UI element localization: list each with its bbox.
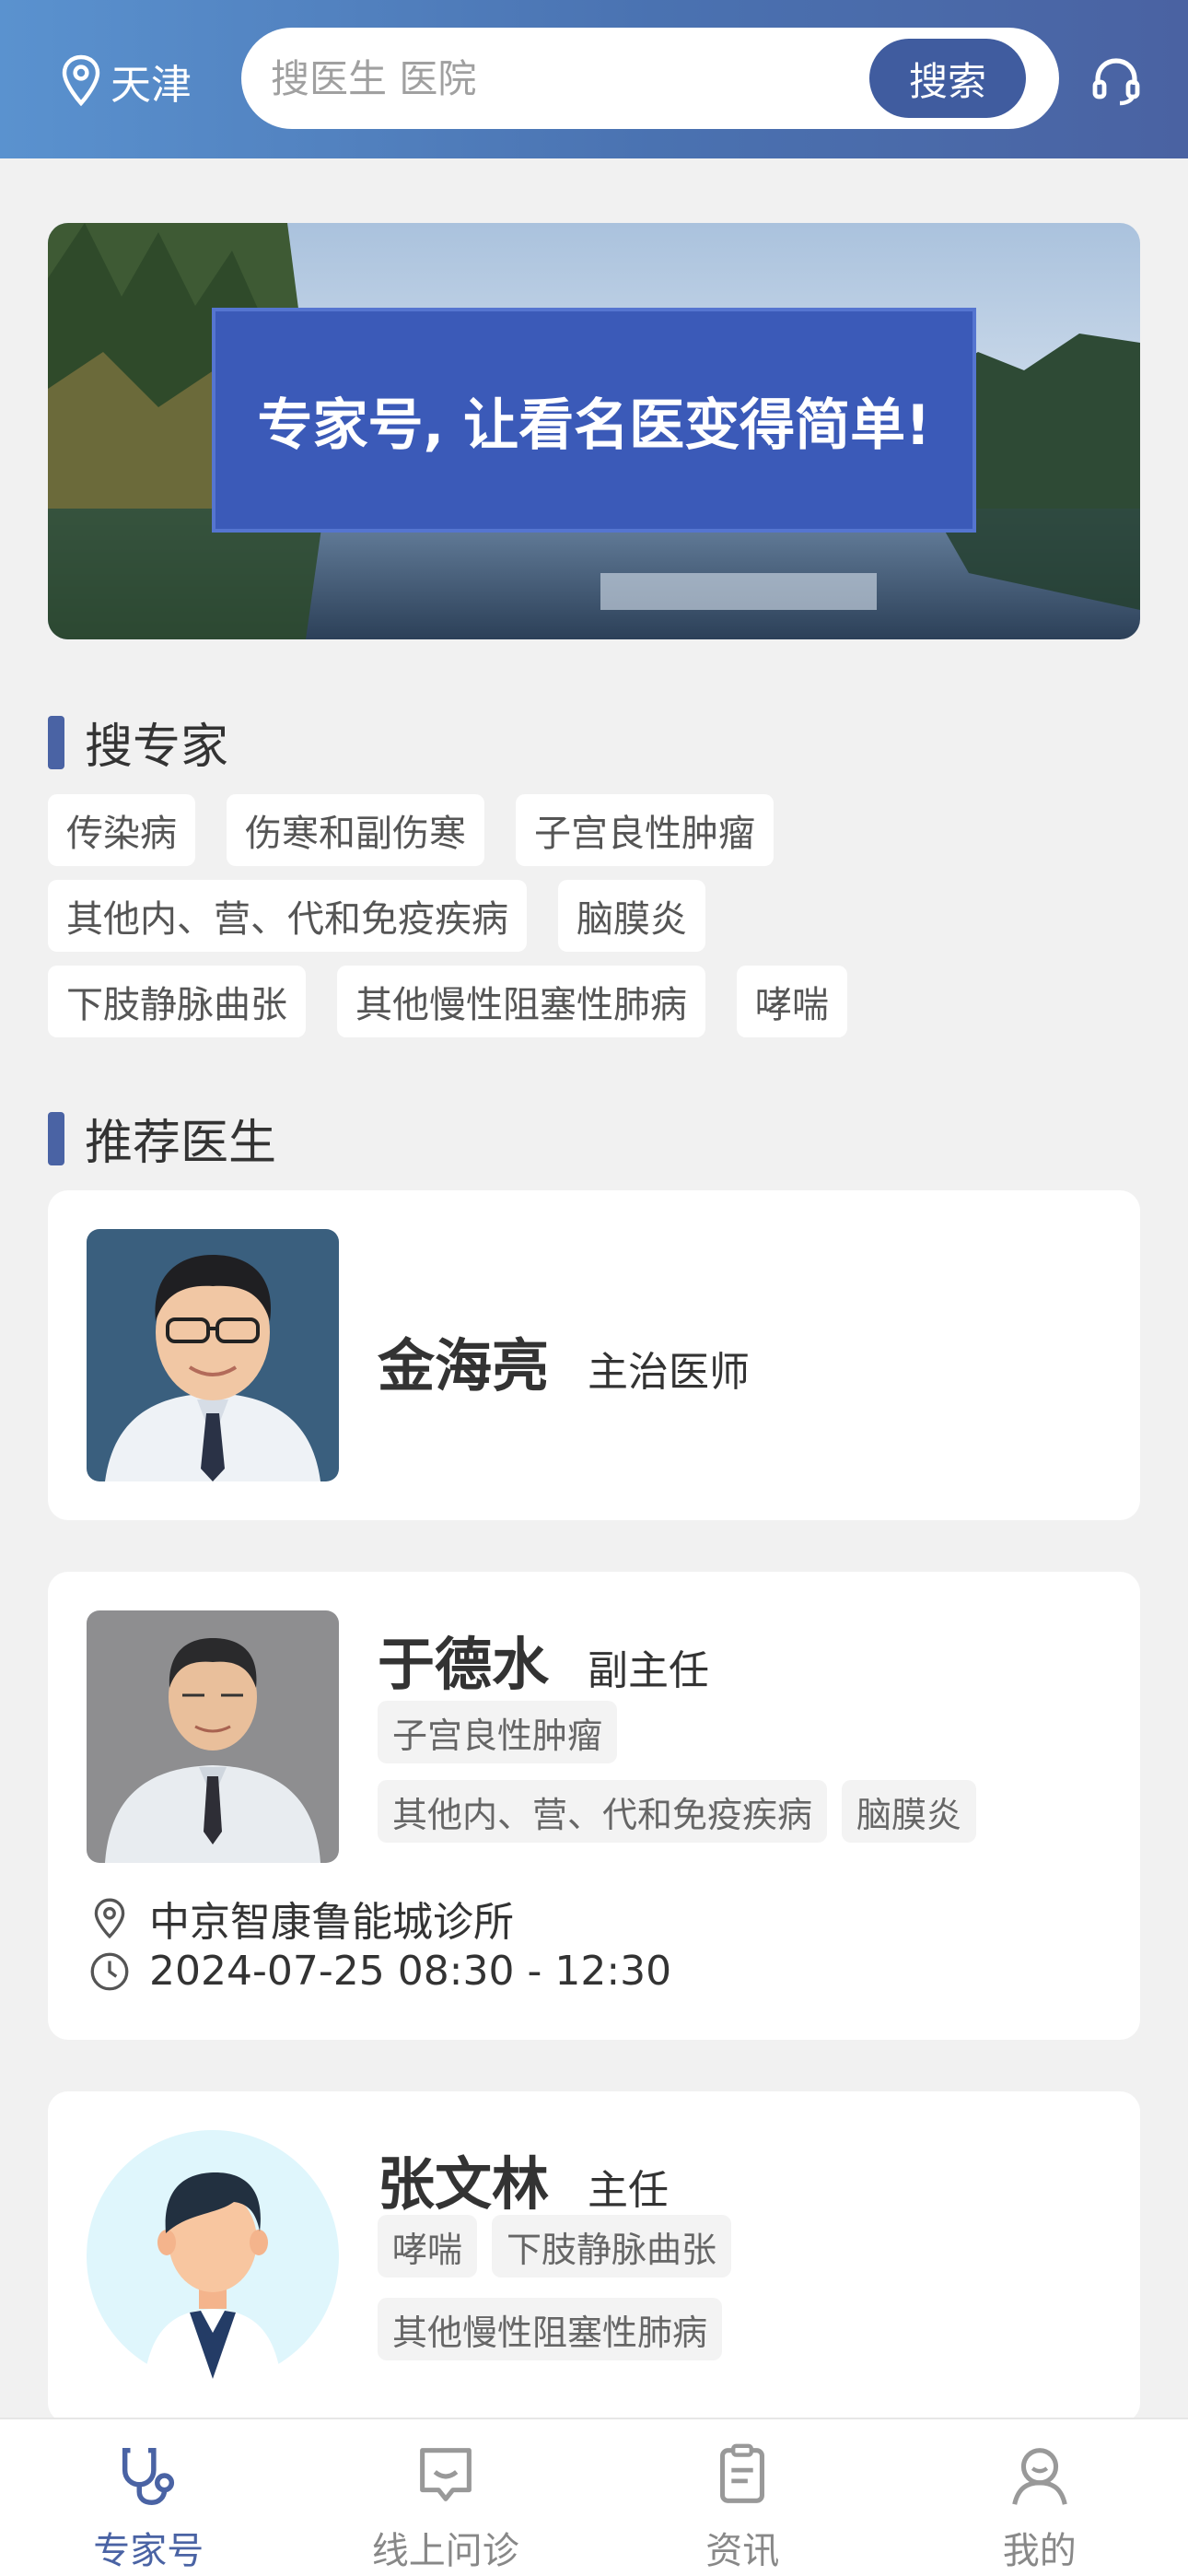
location-pin-icon bbox=[94, 1898, 125, 1939]
schedule-time: 2024-07-25 08:30 - 12:30 bbox=[149, 1948, 672, 1995]
doctor-name: 于德水 bbox=[378, 1631, 550, 1698]
clipboard-icon bbox=[720, 2443, 765, 2503]
hospital-info: 中京智康鲁能城诊所 bbox=[87, 1889, 514, 1948]
expert-tag[interactable]: 其他内、营、代和免疫疾病 bbox=[48, 880, 527, 952]
search-button[interactable]: 搜索 bbox=[869, 39, 1026, 118]
city-label: 天津 bbox=[111, 62, 192, 109]
section-title: 推荐医生 bbox=[85, 1116, 277, 1171]
tab-news[interactable]: 资讯 bbox=[594, 2419, 891, 2576]
doctor-tag: 哮喘 bbox=[378, 2215, 478, 2277]
banner-slogan: 专家号, 让看名医变得简单! bbox=[212, 308, 976, 533]
bottom-tab-bar: 专家号 线上问诊 资讯 我的 bbox=[0, 2418, 1188, 2576]
doctor-header: 于德水 副主任 bbox=[378, 1618, 709, 1701]
doctor-tag: 其他内、营、代和免疫疾病 bbox=[378, 1780, 828, 1843]
stethoscope-icon bbox=[122, 2447, 175, 2505]
expert-tag[interactable]: 传染病 bbox=[48, 794, 195, 866]
doctor-photo bbox=[87, 1610, 339, 1863]
doctor-tag: 其他慢性阻塞性肺病 bbox=[378, 2298, 723, 2360]
doctor-header: 金海亮 主治医师 bbox=[378, 1319, 750, 1402]
doctor-tags: 子宫良性肿瘤 bbox=[378, 1701, 632, 1763]
location-pin-icon bbox=[62, 54, 100, 107]
user-icon bbox=[1011, 2448, 1067, 2505]
tab-label: 我的 bbox=[1002, 2530, 1077, 2572]
doctor-header: 张文林 主任 bbox=[378, 2137, 669, 2220]
tab-expert[interactable]: 专家号 bbox=[0, 2419, 297, 2576]
expert-tag[interactable]: 其他慢性阻塞性肺病 bbox=[337, 966, 705, 1037]
doctor-tags: 哮喘 下肢静脉曲张 bbox=[378, 2215, 746, 2277]
doctor-name: 张文林 bbox=[378, 2150, 550, 2218]
search-bar: 搜索 bbox=[241, 28, 1059, 129]
doctor-photo bbox=[87, 1229, 339, 1481]
doctor-title: 主任 bbox=[588, 2167, 670, 2214]
section-title: 搜专家 bbox=[85, 720, 229, 775]
expert-tag[interactable]: 哮喘 bbox=[737, 966, 847, 1037]
expert-tag[interactable]: 伤寒和副伤寒 bbox=[227, 794, 484, 866]
tab-label: 资讯 bbox=[705, 2530, 780, 2572]
search-input[interactable] bbox=[271, 41, 823, 115]
tab-label: 线上问诊 bbox=[371, 2530, 519, 2572]
section-accent-bar bbox=[48, 715, 64, 769]
tab-online-consult[interactable]: 线上问诊 bbox=[297, 2419, 595, 2576]
doctor-photo bbox=[87, 2130, 339, 2383]
doctor-tag: 脑膜炎 bbox=[842, 1780, 977, 1843]
doctor-card[interactable]: 金海亮 主治医师 bbox=[48, 1190, 1140, 1520]
clock-icon bbox=[90, 1952, 129, 1990]
doctor-tags: 其他内、营、代和免疫疾病 脑膜炎 bbox=[378, 1780, 991, 1843]
search-experts-header: 搜专家 bbox=[48, 708, 228, 777]
top-header: 天津 搜索 bbox=[0, 0, 1188, 158]
doctor-tags: 其他慢性阻塞性肺病 bbox=[378, 2298, 737, 2360]
expert-tag[interactable]: 子宫良性肿瘤 bbox=[516, 794, 774, 866]
tag-row: 其他内、营、代和免疫疾病 脑膜炎 bbox=[48, 880, 737, 952]
customer-service-icon[interactable] bbox=[1087, 52, 1146, 111]
doctor-tag: 子宫良性肿瘤 bbox=[378, 1701, 618, 1763]
expert-tag[interactable]: 脑膜炎 bbox=[558, 880, 705, 952]
recommended-doctors-header: 推荐医生 bbox=[48, 1104, 276, 1173]
doctor-title: 主治医师 bbox=[588, 1349, 751, 1396]
tab-profile[interactable]: 我的 bbox=[891, 2419, 1188, 2576]
section-accent-bar bbox=[48, 1111, 64, 1165]
tag-row: 传染病 伤寒和副伤寒 子宫良性肿瘤 bbox=[48, 794, 805, 866]
chat-bubble-icon bbox=[419, 2448, 472, 2501]
tab-label: 专家号 bbox=[93, 2530, 204, 2572]
expert-tag[interactable]: 下肢静脉曲张 bbox=[48, 966, 306, 1037]
promo-banner[interactable]: 专家号, 让看名医变得简单! bbox=[48, 223, 1140, 639]
doctor-card[interactable]: 张文林 主任 哮喘 下肢静脉曲张 其他慢性阻塞性肺病 bbox=[48, 2091, 1140, 2423]
doctor-name: 金海亮 bbox=[378, 1332, 550, 1399]
schedule-info: 2024-07-25 08:30 - 12:30 bbox=[87, 1948, 671, 1995]
location-selector[interactable]: 天津 bbox=[59, 52, 192, 111]
doctor-tag: 下肢静脉曲张 bbox=[492, 2215, 732, 2277]
hospital-name: 中京智康鲁能城诊所 bbox=[149, 1899, 514, 1946]
doctor-card[interactable]: 于德水 副主任 子宫良性肿瘤 其他内、营、代和免疫疾病 脑膜炎 中京智康鲁能城诊… bbox=[48, 1572, 1140, 2040]
doctor-title: 副主任 bbox=[588, 1647, 710, 1694]
tag-row: 下肢静脉曲张 其他慢性阻塞性肺病 哮喘 bbox=[48, 966, 879, 1037]
